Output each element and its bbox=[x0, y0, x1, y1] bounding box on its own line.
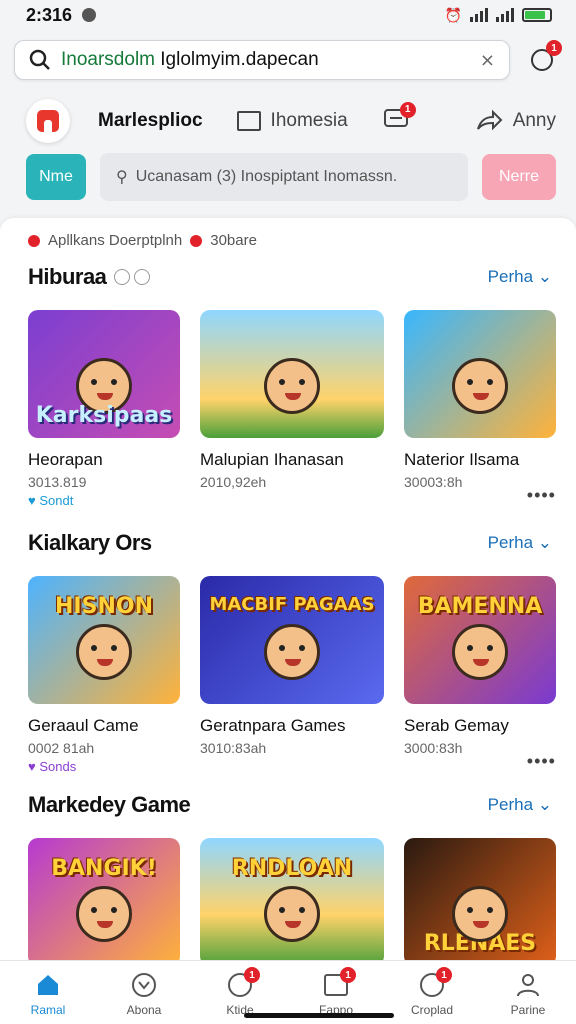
game-thumbnail: MACBIF PAGAAS bbox=[200, 576, 384, 704]
nav-item-share[interactable]: Anny bbox=[475, 109, 556, 133]
notif-badge: 1 bbox=[546, 40, 562, 56]
alarm-icon: ⏰ bbox=[444, 6, 462, 23]
nav-item-indonesia[interactable]: Ihomesia bbox=[236, 110, 348, 132]
filter-text: Ucanasam (3) Inospiptant Inomassn. bbox=[135, 168, 398, 185]
section-title: Hiburaa bbox=[28, 264, 107, 289]
game-name: Geraaul Came bbox=[28, 716, 139, 735]
game-name: Heorapan bbox=[28, 450, 103, 469]
inbox-badge: 1 bbox=[399, 101, 416, 118]
battery-icon bbox=[522, 8, 552, 22]
section-hiburaa: Hiburaa Perha ⌄ Karksipaas Heorapan 3013… bbox=[0, 262, 576, 512]
breadcrumb-b[interactable]: 30bare bbox=[210, 232, 257, 249]
search-input[interactable]: Inoarsdolm Iglolmyim.dapecan ⨯ bbox=[14, 40, 510, 80]
see-more-link[interactable]: Perha ⌄ bbox=[488, 795, 552, 815]
signal-icon bbox=[470, 8, 488, 22]
game-card[interactable]: BANGIK! bbox=[28, 838, 180, 966]
nav-item-share-label: Anny bbox=[512, 110, 556, 131]
game-meta: 2010,92eh bbox=[200, 474, 267, 490]
messages-button[interactable]: 1 bbox=[522, 40, 562, 80]
bottom-nav: Ramal Abona 1 Ktide 1 Fappo 1 Croplad Pa… bbox=[0, 960, 576, 1024]
game-tag: ♥ Sonds bbox=[28, 759, 77, 774]
app-logo[interactable] bbox=[26, 99, 70, 143]
game-meta: 0002 81ah bbox=[28, 740, 95, 756]
status-bar: 2:316 ⏰ bbox=[0, 0, 576, 30]
game-thumbnail: BANGIK! bbox=[28, 838, 180, 966]
tab-abona[interactable]: Abona bbox=[99, 971, 189, 1017]
game-thumbnail: RLENAES bbox=[404, 838, 556, 966]
game-card[interactable]: HISNON Geraaul Came 0002 81ah ♥ Sonds bbox=[28, 576, 180, 774]
emoji-icon bbox=[114, 269, 131, 285]
person-icon bbox=[517, 974, 539, 997]
game-thumbnail: Karksipaas bbox=[28, 310, 180, 438]
marketplace-nav: Marlesplioc Ihomesia 1 Anny bbox=[26, 98, 556, 144]
game-name: Serab Gemay bbox=[404, 716, 509, 735]
see-more-link[interactable]: Perha ⌄ bbox=[488, 267, 552, 287]
signal-icon-2 bbox=[496, 8, 514, 22]
right-action-button[interactable]: Nerre bbox=[482, 154, 556, 200]
game-name: Naterior Ilsama bbox=[404, 450, 520, 469]
game-card[interactable]: Malupian Ihanasan 2010,92eh bbox=[200, 310, 384, 508]
game-card[interactable]: RNDLOAN bbox=[200, 838, 384, 966]
search-icon bbox=[29, 49, 50, 70]
game-thumbnail: RNDLOAN bbox=[200, 838, 384, 966]
red-dot-icon bbox=[190, 234, 203, 247]
game-thumbnail bbox=[404, 310, 556, 438]
tab-profile[interactable]: Parine bbox=[483, 971, 573, 1017]
search-query: Iglolmyim.dapecan bbox=[155, 49, 319, 70]
action-row: Nme ⚲ Ucanasam (3) Inospiptant Inomassn.… bbox=[26, 152, 556, 202]
tab-ktide[interactable]: 1 Ktide bbox=[195, 967, 285, 1017]
tab-home[interactable]: Ramal bbox=[3, 971, 93, 1017]
game-name: Geratnpara Games bbox=[200, 716, 346, 735]
section-title: Markedey Game bbox=[28, 792, 191, 817]
section-markedey: Markedey Game Perha ⌄ BANGIK! RNDLOAN RL… bbox=[0, 790, 576, 966]
compass-icon bbox=[132, 973, 156, 997]
game-card[interactable]: MACBIF PAGAAS Geratnpara Games 3010:83ah bbox=[200, 576, 384, 774]
mic-off-icon[interactable]: ⨯ bbox=[480, 50, 495, 71]
game-meta: 3013.819 bbox=[28, 474, 87, 490]
game-meta: 3010:83ah bbox=[200, 740, 267, 756]
inbox-button[interactable]: 1 bbox=[382, 101, 416, 137]
see-more-link[interactable]: Perha ⌄ bbox=[488, 533, 552, 553]
left-action-button[interactable]: Nme bbox=[26, 154, 86, 200]
game-card[interactable]: RLENAES bbox=[404, 838, 556, 966]
tab-croplad[interactable]: 1 Croplad bbox=[387, 967, 477, 1017]
content-sheet: Apllkans Doerptplnh 30bare Hiburaa Perha… bbox=[0, 218, 576, 966]
filter-input[interactable]: ⚲ Ucanasam (3) Inospiptant Inomassn. bbox=[100, 153, 468, 201]
game-name: Malupian Ihanasan bbox=[200, 450, 344, 469]
heart-icon bbox=[134, 269, 151, 285]
home-indicator[interactable] bbox=[244, 1013, 394, 1018]
game-thumbnail: BAMENNA bbox=[404, 576, 556, 704]
game-card[interactable]: Karksipaas Heorapan 3013.819 ♥ Sondt bbox=[28, 310, 180, 508]
more-options-icon[interactable]: •••• bbox=[527, 751, 556, 772]
more-options-icon[interactable]: •••• bbox=[527, 485, 556, 506]
game-card[interactable]: Naterior Ilsama 30003:8h •••• bbox=[404, 310, 556, 508]
search-prefix: Inoarsdolm bbox=[61, 49, 155, 70]
square-icon bbox=[236, 111, 261, 131]
game-thumbnail: HISNON bbox=[28, 576, 180, 704]
breadcrumb: Apllkans Doerptplnh 30bare bbox=[28, 232, 257, 249]
tab-fappo[interactable]: 1 Fappo bbox=[291, 967, 381, 1017]
share-arrow-icon bbox=[476, 109, 503, 131]
section-title: Kialkary Ors bbox=[28, 530, 152, 555]
marketplace-title: Marlesplioc bbox=[98, 110, 203, 131]
top-bar: Inoarsdolm Iglolmyim.dapecan ⨯ 1 bbox=[14, 38, 562, 82]
status-time: 2:316 bbox=[26, 4, 73, 25]
game-tag: ♥ Sondt bbox=[28, 493, 74, 508]
breadcrumb-a[interactable]: Apllkans Doerptplnh bbox=[48, 232, 182, 249]
notification-dot-icon bbox=[82, 8, 97, 22]
section-kialkary: Kialkary Ors Perha ⌄ HISNON Geraaul Came… bbox=[0, 528, 576, 778]
red-dot-icon bbox=[28, 234, 40, 247]
search-small-icon: ⚲ bbox=[116, 169, 128, 186]
nav-item-indonesia-label: Ihomesia bbox=[270, 110, 348, 131]
home-icon bbox=[38, 975, 58, 995]
game-card[interactable]: BAMENNA Serab Gemay 3000:83h •••• bbox=[404, 576, 556, 774]
game-thumbnail bbox=[200, 310, 384, 438]
